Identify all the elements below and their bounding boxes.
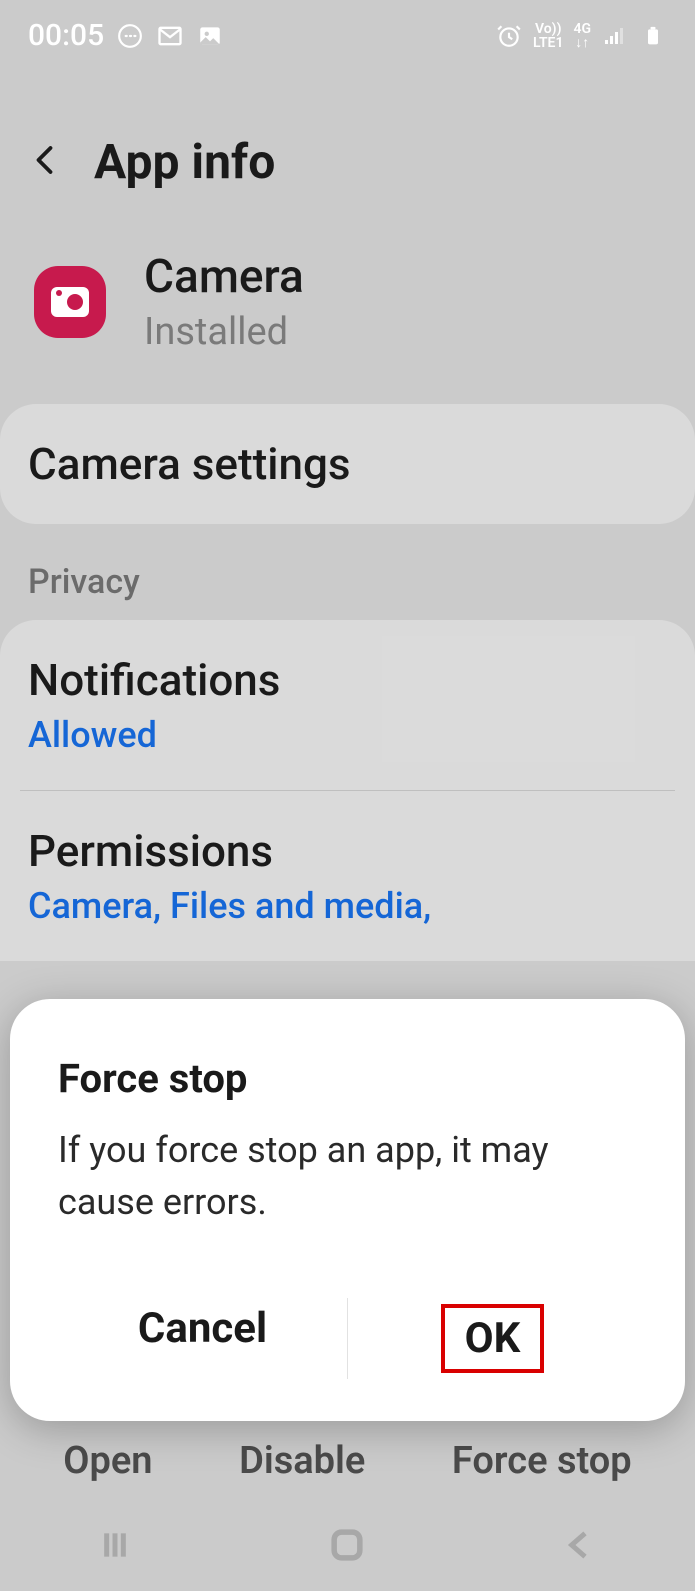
recents-button[interactable] [95,1525,135,1569]
gmail-icon [156,22,184,50]
photos-icon [196,22,224,50]
dialog-title: Force stop [58,1055,637,1102]
cancel-button[interactable]: Cancel [58,1284,347,1393]
status-left: 00:05 [28,18,224,53]
open-button[interactable]: Open [63,1439,152,1483]
network-type-icon: 4G ↓↑ [573,22,591,50]
back-nav-button[interactable] [560,1525,600,1569]
whatsapp-icon [116,22,144,50]
permissions-value: Camera, Files and media, [28,885,667,927]
camera-settings-item[interactable]: Camera settings [0,404,695,524]
status-right: Vo)) LTE1 4G ↓↑ [495,22,667,50]
dialog-message: If you force stop an app, it may cause e… [58,1124,637,1228]
home-button[interactable] [325,1523,369,1571]
disable-button[interactable]: Disable [239,1439,365,1483]
volte-icon: Vo)) LTE1 [533,22,563,50]
privacy-section-label: Privacy [0,534,695,620]
bottom-actions: Open Disable Force stop [0,1419,695,1503]
notifications-value: Allowed [28,714,667,756]
ok-button-label: OK [441,1304,545,1373]
permissions-title: Permissions [28,825,667,877]
battery-icon [639,22,667,50]
status-time: 00:05 [28,18,104,53]
app-name: Camera [144,250,304,304]
camera-app-icon [34,266,106,338]
back-button[interactable] [28,142,64,182]
dialog-actions: Cancel OK [58,1284,637,1393]
app-install-status: Installed [144,310,304,354]
notifications-item[interactable]: Notifications Allowed [0,620,695,790]
ok-button[interactable]: OK [348,1284,637,1393]
permissions-item[interactable]: Permissions Camera, Files and media, [0,791,695,961]
page-title: App info [94,133,275,190]
signal-icon [601,22,629,50]
page-header: App info [0,63,695,230]
chevron-left-icon [28,142,64,178]
force-stop-dialog: Force stop If you force stop an app, it … [10,999,685,1421]
navigation-bar [0,1503,695,1591]
force-stop-button[interactable]: Force stop [452,1439,632,1483]
alarm-icon [495,22,523,50]
app-header: Camera Installed [0,230,695,404]
notifications-title: Notifications [28,654,667,706]
camera-settings-label: Camera settings [28,438,667,490]
status-bar: 00:05 Vo)) LTE1 4G ↓↑ [0,0,695,63]
